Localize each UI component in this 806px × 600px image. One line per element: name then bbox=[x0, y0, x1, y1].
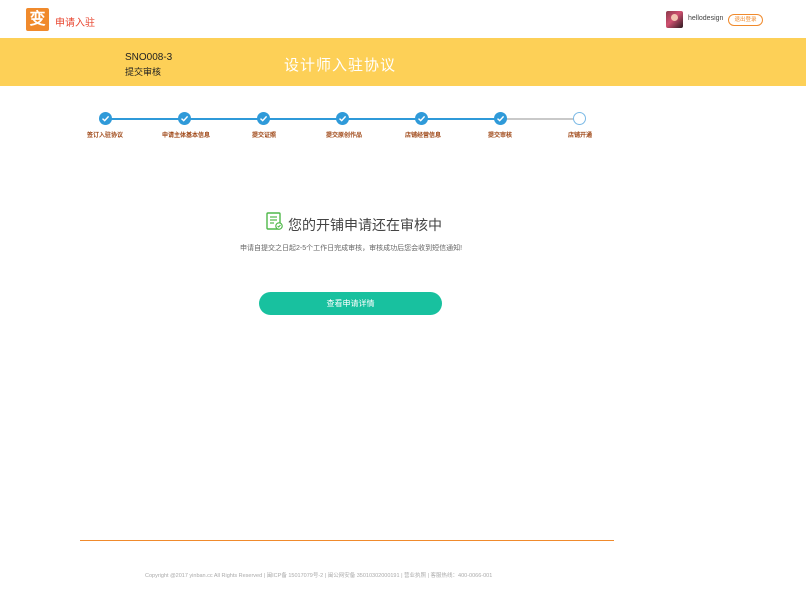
step-3-label: 提交证照 bbox=[251, 133, 277, 139]
step-7-label: 店铺开通 bbox=[567, 133, 593, 139]
progress-steps: 签订入驻协议 申请主体基本信息 提交证照 提交原创作品 店铺经营信息 提交审核 … bbox=[0, 108, 806, 148]
step-7-pending-icon bbox=[573, 112, 586, 125]
logo[interactable]: 变 bbox=[26, 8, 49, 31]
step-1-label: 签订入驻协议 bbox=[86, 133, 124, 139]
view-application-details-button[interactable]: 查看申请详情 bbox=[259, 292, 442, 315]
step-line-pending bbox=[500, 118, 580, 120]
review-status-subtitle: 申请自提交之日起2-5个工作日完成审核，审核成功后您会收到短信通知! bbox=[239, 245, 463, 252]
footer-copyright: Copyright @2017 yinban.cc All Rights Res… bbox=[145, 573, 493, 579]
step-3-check-icon bbox=[257, 112, 270, 125]
step-4-check-icon bbox=[336, 112, 349, 125]
username[interactable]: hellodesign bbox=[688, 15, 723, 22]
brand-title: 申请入驻 bbox=[55, 18, 95, 29]
page-title: 设计师入驻协议 bbox=[284, 57, 397, 74]
application-number: SNO008-3 bbox=[125, 52, 173, 63]
step-2-label: 申请主体基本信息 bbox=[161, 133, 211, 139]
step-5-label: 店铺经营信息 bbox=[404, 133, 442, 139]
footer-divider bbox=[80, 540, 614, 541]
banner: SNO008-3 提交审核 设计师入驻协议 bbox=[0, 38, 806, 86]
step-4-label: 提交原创作品 bbox=[325, 133, 363, 139]
step-2-check-icon bbox=[178, 112, 191, 125]
application-status: 提交审核 bbox=[125, 67, 162, 77]
document-review-icon bbox=[266, 212, 283, 230]
step-line bbox=[105, 118, 500, 120]
avatar[interactable] bbox=[666, 11, 683, 28]
step-5-check-icon bbox=[415, 112, 428, 125]
logout-button[interactable]: 退出登录 bbox=[728, 14, 763, 26]
review-status-title: 您的开铺申请还在审核中 bbox=[288, 217, 442, 233]
step-6-label: 提交审核 bbox=[487, 133, 513, 139]
top-bar: 变 申请入驻 hellodesign 退出登录 bbox=[0, 0, 806, 38]
step-6-check-icon bbox=[494, 112, 507, 125]
step-1-check-icon bbox=[99, 112, 112, 125]
